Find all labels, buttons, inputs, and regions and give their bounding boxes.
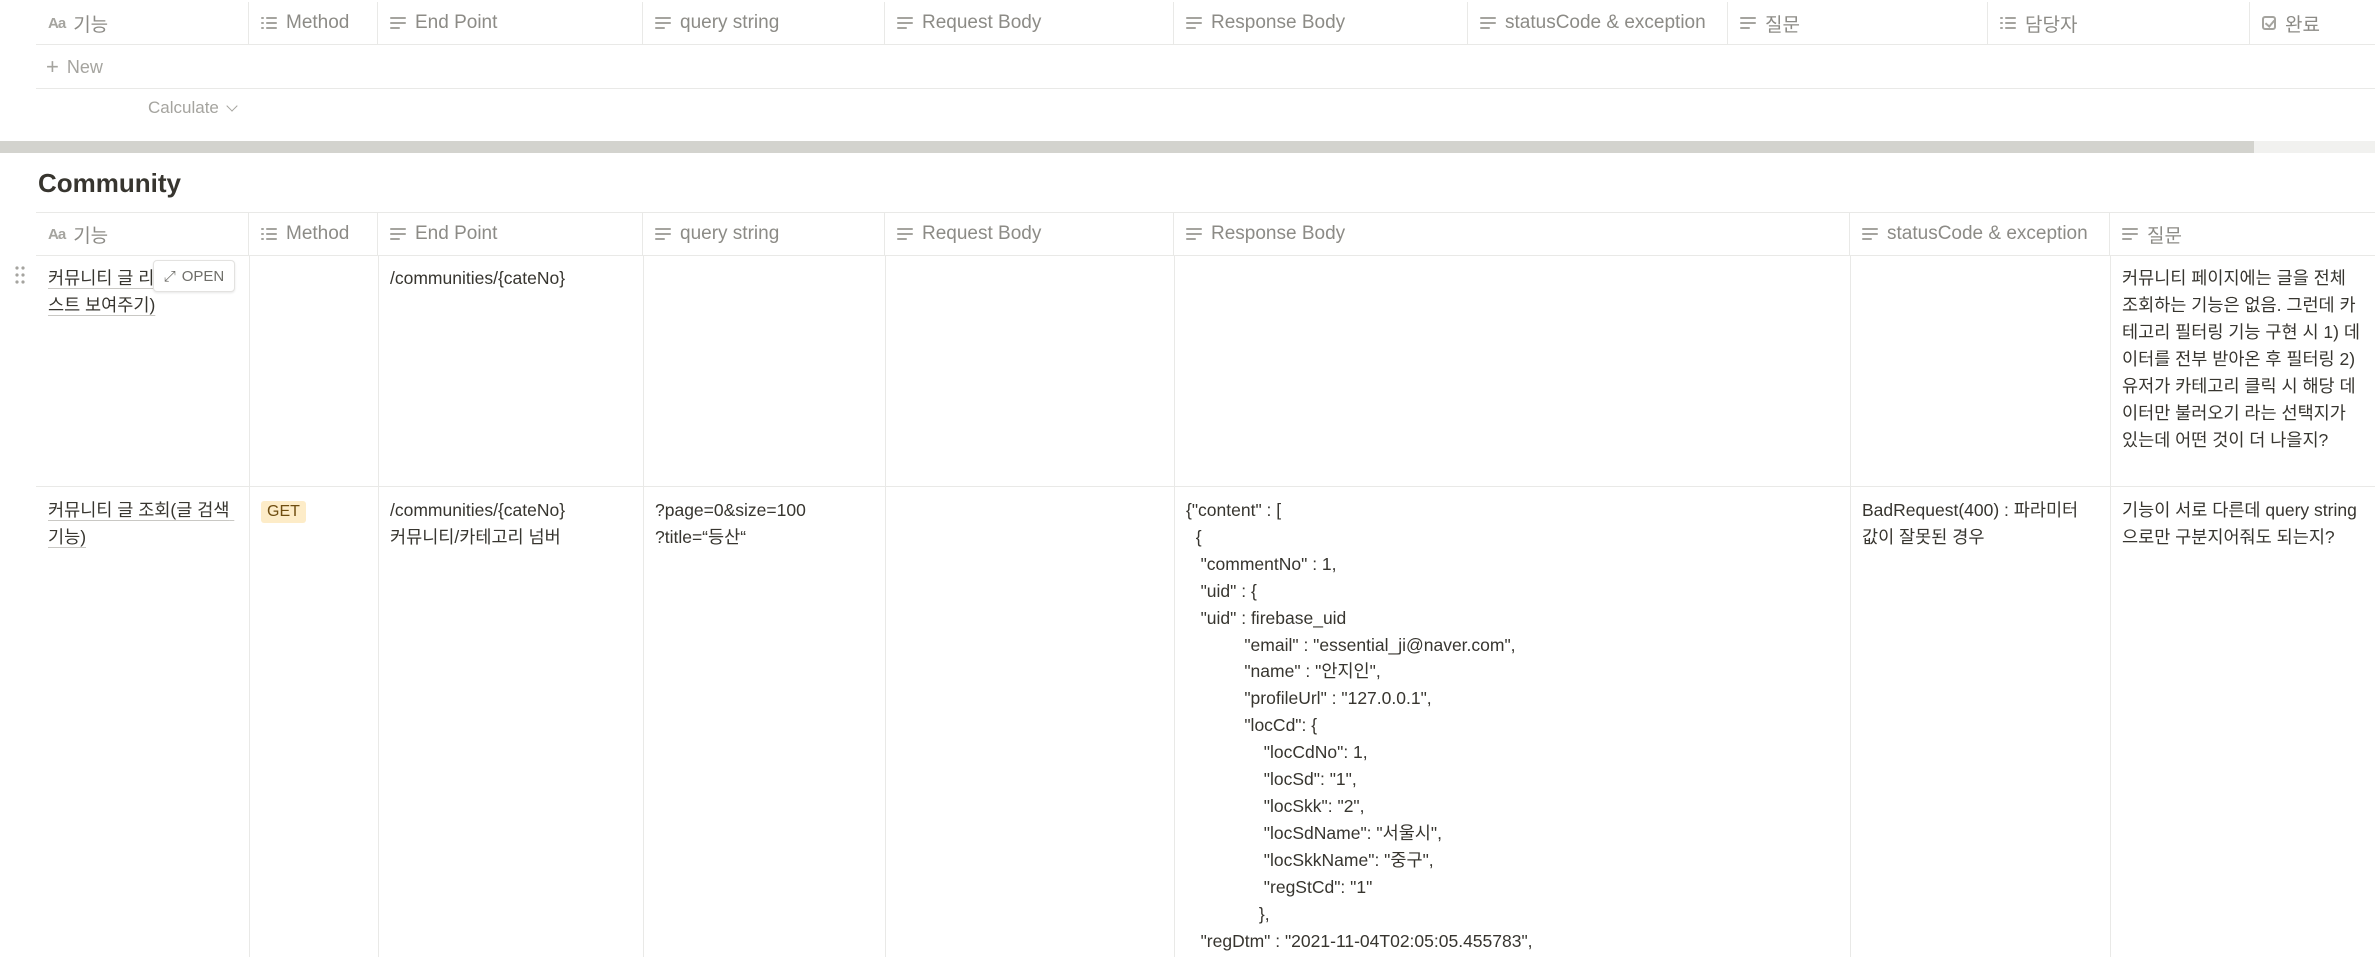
expand-icon: ⤢ — [163, 267, 176, 285]
table-row[interactable]: 커뮤니티 글 조회(글 검색 기능) GET /communities/{cat… — [36, 487, 2375, 957]
scrollbar-thumb[interactable] — [0, 141, 2254, 153]
text-icon — [1186, 226, 1202, 242]
table2-col-response[interactable]: Response Body — [1174, 213, 1850, 255]
chevron-down-icon — [226, 99, 238, 112]
row-method-cell[interactable]: GET — [249, 487, 378, 957]
table2-col-endpoint[interactable]: End Point — [378, 213, 643, 255]
row-status-cell[interactable] — [1850, 255, 2110, 486]
table1-col-method[interactable]: Method — [249, 2, 378, 44]
text-icon — [655, 226, 671, 242]
method-badge: GET — [261, 501, 306, 523]
table2-col-feature[interactable]: Aa 기능 — [36, 213, 249, 255]
plus-icon: + — [46, 54, 59, 79]
table2-header: Aa 기능 Method End Point query string Reque… — [36, 212, 2375, 256]
new-row-button[interactable]: + New — [36, 46, 2375, 89]
table-row[interactable]: 커뮤니티 글 리 스트 보여주기) /communities/{cateNo} … — [36, 255, 2375, 487]
row-request-cell[interactable] — [885, 487, 1174, 957]
calculate-button[interactable]: Calculate — [148, 96, 238, 120]
table1-col-feature[interactable]: Aa 기능 — [36, 2, 249, 44]
row-endpoint-cell[interactable]: /communities/{cateNo} — [378, 255, 643, 486]
text-icon — [2122, 226, 2138, 242]
row-status-cell[interactable]: BadRequest(400) : 파라미터 값이 잘못된 경우 — [1850, 487, 2110, 957]
title-icon: Aa — [48, 14, 66, 32]
horizontal-scrollbar[interactable] — [0, 141, 2375, 153]
list-icon — [261, 15, 277, 31]
drag-handle-icon[interactable] — [14, 265, 26, 285]
table1-col-request[interactable]: Request Body — [885, 2, 1174, 44]
section-title[interactable]: Community — [38, 168, 181, 199]
row-response-cell[interactable] — [1174, 255, 1850, 486]
text-icon — [1186, 15, 1202, 31]
row-response-cell[interactable]: {"content" : [ { "commentNo" : 1, "uid" … — [1174, 487, 1850, 957]
open-row-button[interactable]: ⤢ OPEN — [153, 260, 235, 292]
text-icon — [390, 15, 406, 31]
text-icon — [390, 226, 406, 242]
row-question-cell[interactable]: 커뮤니티 페이지에는 글을 전체 조회하는 기능은 없음. 그런데 카테고리 필… — [2110, 255, 2375, 486]
title-icon: Aa — [48, 225, 66, 243]
table1-col-assignee[interactable]: 담당자 — [1988, 2, 2250, 44]
table2-col-request[interactable]: Request Body — [885, 213, 1174, 255]
table2-col-status[interactable]: statusCode & exception — [1850, 213, 2110, 255]
text-icon — [897, 15, 913, 31]
table1-header: Aa 기능 Method End Point query string Reque… — [36, 2, 2375, 45]
table1-col-query[interactable]: query string — [643, 2, 885, 44]
text-icon — [1480, 15, 1496, 31]
table1-col-question[interactable]: 질문 — [1728, 2, 1988, 44]
table2-col-question[interactable]: 질문 — [2110, 213, 2375, 255]
table1-col-endpoint[interactable]: End Point — [378, 2, 643, 44]
table2-col-query[interactable]: query string — [643, 213, 885, 255]
text-icon — [1740, 15, 1756, 31]
table1-col-status[interactable]: statusCode & exception — [1468, 2, 1728, 44]
row-query-cell[interactable]: ?page=0&size=100 ?title=“등산“ — [643, 487, 885, 957]
row-query-cell[interactable] — [643, 255, 885, 486]
table2-col-method[interactable]: Method — [249, 213, 378, 255]
row-endpoint-cell[interactable]: /communities/{cateNo} 커뮤니티/카테고리 넘버 — [378, 487, 643, 957]
table1-col-done[interactable]: 완료 — [2250, 2, 2375, 44]
text-icon — [1862, 226, 1878, 242]
row-question-cell[interactable]: 기능이 서로 다른데 query string으로만 구분지어줘도 되는지? — [2110, 487, 2375, 957]
checkbox-icon — [2262, 16, 2276, 30]
text-icon — [655, 15, 671, 31]
list-icon — [2000, 15, 2016, 31]
row-request-cell[interactable] — [885, 255, 1174, 486]
row-method-cell[interactable] — [249, 255, 378, 486]
row-feature-cell[interactable]: 커뮤니티 글 조회(글 검색 기능) — [36, 487, 249, 957]
text-icon — [897, 226, 913, 242]
table1-col-response[interactable]: Response Body — [1174, 2, 1468, 44]
list-icon — [261, 226, 277, 242]
